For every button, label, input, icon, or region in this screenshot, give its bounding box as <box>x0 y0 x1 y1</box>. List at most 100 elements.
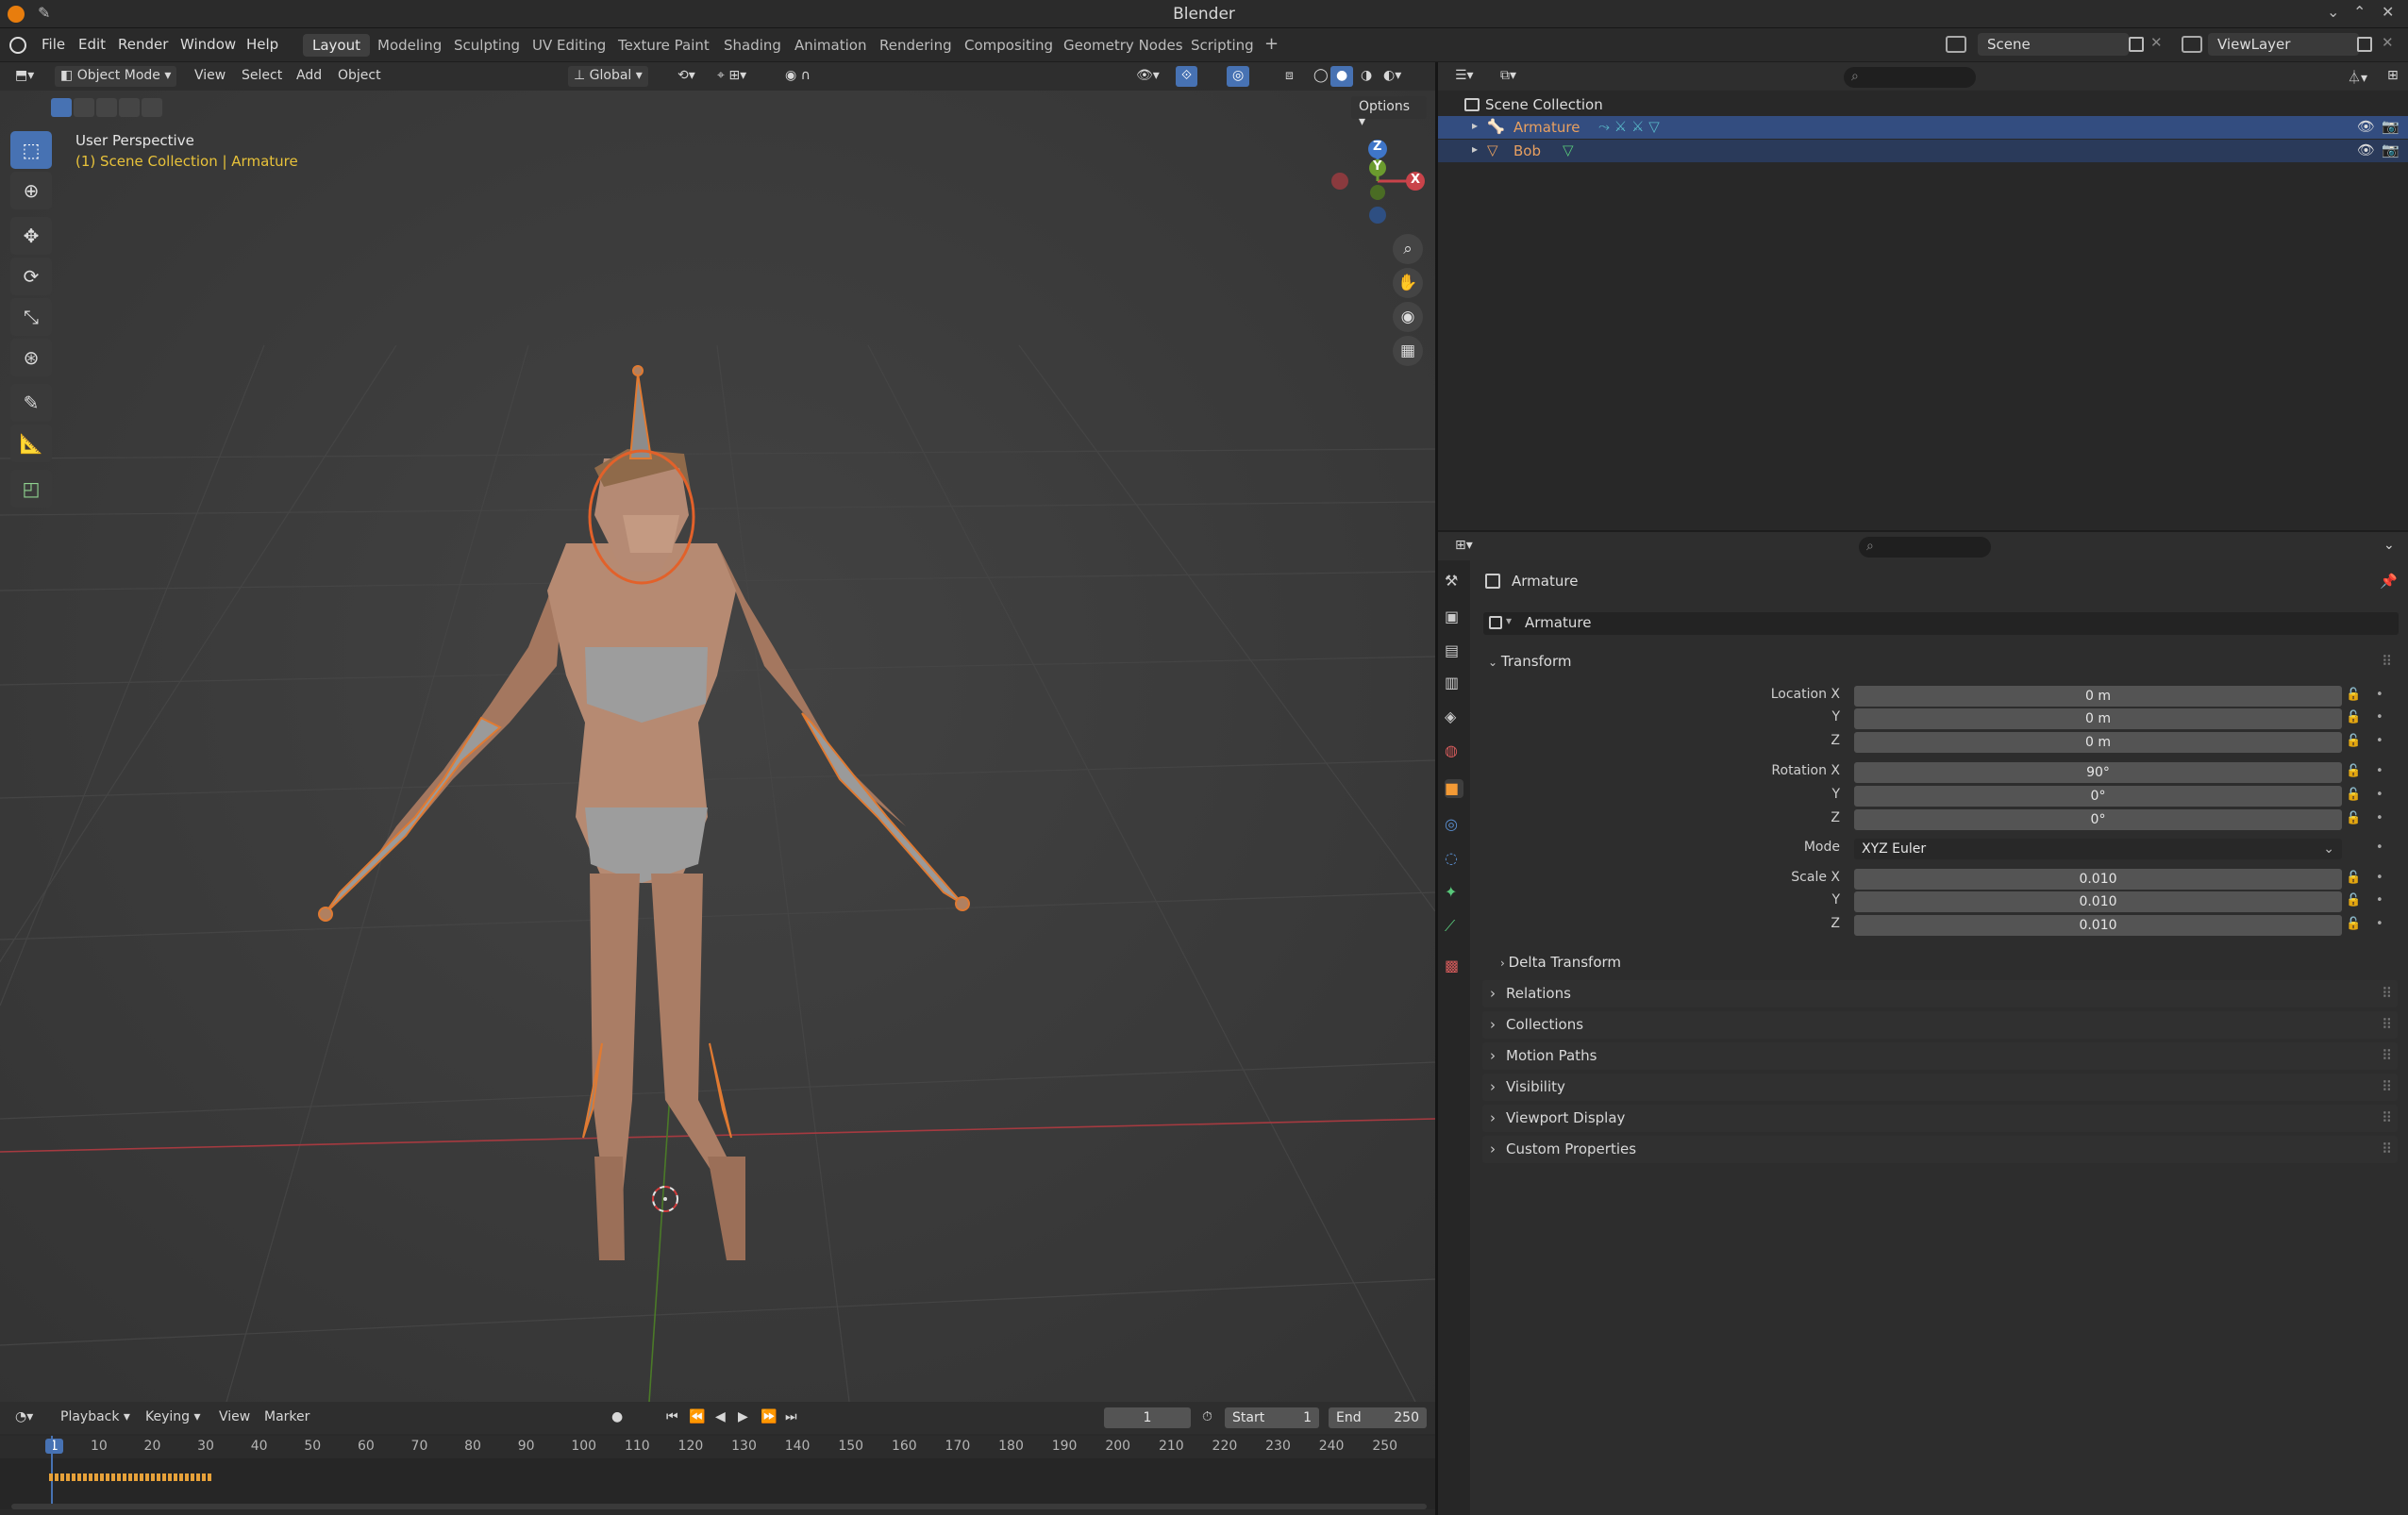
play-icon[interactable]: ▶ <box>732 1407 754 1428</box>
outliner-row-armature[interactable]: ▸ 🦴 Armature ⤳ ⚔ ⚔ ▽ 👁 📷 <box>1438 116 2408 139</box>
rotation-mode-select[interactable]: XYZ Euler ⌄ <box>1854 839 2342 859</box>
world-tab-icon[interactable]: ◍ <box>1445 741 1463 760</box>
keyframe-dot-icon[interactable]: • <box>2376 788 2383 802</box>
menu-view[interactable]: View <box>189 66 231 87</box>
render-tab-icon[interactable]: ▣ <box>1445 608 1463 626</box>
keyframe-dot-icon[interactable]: • <box>2376 710 2383 724</box>
keyframe-dot-icon[interactable]: • <box>2376 811 2383 825</box>
gizmo-toggle-icon[interactable]: ⟐ <box>1176 66 1198 87</box>
tab-shading[interactable]: Shading <box>714 34 791 57</box>
eye-icon[interactable]: 👁 <box>2357 118 2375 135</box>
panel-motion-paths[interactable]: › Motion Paths ⠿ <box>1482 1042 2398 1070</box>
menu-keying[interactable]: Keying ▾ <box>140 1407 207 1428</box>
filter-icon[interactable]: ⏃▾ <box>2342 66 2373 87</box>
select-extend-icon[interactable] <box>74 98 94 117</box>
options-button[interactable]: Options ▾ <box>1351 96 1427 129</box>
panel-visibility[interactable]: › Visibility ⠿ <box>1482 1074 2398 1101</box>
keyframe-dot-icon[interactable]: • <box>2376 917 2383 931</box>
orientation-select[interactable]: ⊥ Global ▾ <box>568 66 648 87</box>
location-z-field[interactable]: 0 m <box>1854 732 2342 753</box>
outliner-row-bob[interactable]: ▸ ▽ Bob ▽ 👁 📷 <box>1438 140 2408 162</box>
properties-type-icon[interactable]: ⊞▾ <box>1449 536 1479 557</box>
tab-animation[interactable]: Animation <box>785 34 876 57</box>
lock-icon[interactable]: 🔓 <box>2346 688 2361 702</box>
location-x-field[interactable]: 0 m <box>1854 686 2342 707</box>
rotation-z-field[interactable]: 0° <box>1854 809 2342 830</box>
stopwatch-icon[interactable]: ⏱ <box>1196 1407 1218 1428</box>
view-layer-icon[interactable] <box>2182 36 2202 53</box>
drag-handle-icon[interactable]: ⠿ <box>2382 1074 2392 1101</box>
drag-handle-icon[interactable]: ⠿ <box>2382 648 2392 675</box>
keyframe-dot-icon[interactable]: • <box>2376 841 2383 855</box>
minimize-icon[interactable]: ⌄ <box>2327 3 2339 21</box>
modifier-tab-icon[interactable]: ◎ <box>1445 815 1463 834</box>
view-layer-tab-icon[interactable]: ▥ <box>1445 674 1463 692</box>
perspective-toggle-icon[interactable]: ▦ <box>1393 336 1423 366</box>
texture-tab-icon[interactable]: ▩ <box>1445 957 1463 975</box>
close-icon[interactable]: ✕ <box>2382 3 2394 21</box>
lock-icon[interactable]: 🔓 <box>2346 788 2361 802</box>
jump-end-icon[interactable]: ⏭ <box>779 1407 803 1428</box>
tab-sculpting[interactable]: Sculpting <box>444 34 529 57</box>
menu-select[interactable]: Select <box>236 66 288 87</box>
menu-add[interactable]: Add <box>291 66 327 87</box>
tab-texture-paint[interactable]: Texture Paint <box>609 34 719 57</box>
drag-handle-icon[interactable]: ⠿ <box>2382 980 2392 1007</box>
3d-viewport[interactable]: Z Y X ⌕ ✋ ◉ ▦ User Perspective (1) Scene… <box>0 62 1435 1402</box>
panel-relations[interactable]: › Relations ⠿ <box>1482 980 2398 1007</box>
outliner-root[interactable]: Scene Collection <box>1464 96 1603 113</box>
xray-icon[interactable]: ⧈ <box>1279 66 1299 87</box>
rendered-shading-icon[interactable]: ◐▾ <box>1378 66 1407 87</box>
tab-compositing[interactable]: Compositing <box>955 34 1062 57</box>
menu-help[interactable]: Help <box>246 36 278 53</box>
scale-tool[interactable]: ⤡ <box>10 298 52 336</box>
annotate-tool[interactable]: ✎ <box>10 384 52 422</box>
transform-tool[interactable]: ⊛ <box>10 339 52 376</box>
drag-handle-icon[interactable]: ⠿ <box>2382 1011 2392 1039</box>
navigation-gizmo[interactable]: Z Y X <box>1321 130 1425 234</box>
menu-marker[interactable]: Marker <box>259 1407 315 1428</box>
frame-ruler[interactable]: 1 10 20 30 40 50 60 70 80 90 100 110 120 130 140 150 160… <box>0 1436 1435 1458</box>
remove-view-layer-icon[interactable]: ✕ <box>2382 34 2394 51</box>
start-frame-field[interactable]: Start 1 <box>1225 1407 1319 1428</box>
lock-icon[interactable]: 🔓 <box>2346 917 2361 931</box>
expand-arrow-icon[interactable]: ▸ <box>1472 142 1478 156</box>
rotation-x-field[interactable]: 90° <box>1854 762 2342 783</box>
tab-modeling[interactable]: Modeling <box>368 34 451 57</box>
render-camera-icon[interactable]: 📷 <box>2382 142 2400 158</box>
rotate-tool[interactable]: ⟳ <box>10 258 52 295</box>
tab-rendering[interactable]: Rendering <box>870 34 962 57</box>
new-view-layer-icon[interactable] <box>2357 37 2372 52</box>
object-tab-icon[interactable]: ■ <box>1445 779 1463 798</box>
pan-hand-icon[interactable]: ✋ <box>1393 268 1423 298</box>
camera-view-icon[interactable]: ◉ <box>1393 302 1423 332</box>
zoom-icon[interactable]: ⌕ <box>1393 234 1423 264</box>
keyframe-area[interactable] <box>0 1436 1435 1509</box>
cursor-tool[interactable]: ⊕ <box>10 172 52 209</box>
pivot-icon[interactable]: ⟲▾ <box>672 66 701 87</box>
render-camera-icon[interactable]: 📷 <box>2382 118 2400 135</box>
constraint-tab-icon[interactable]: ✦ <box>1445 883 1463 902</box>
select-box-tool[interactable]: ⬚ <box>10 131 52 169</box>
display-mode-icon[interactable]: ⧉▾ <box>1495 66 1522 87</box>
add-workspace-icon[interactable]: + <box>1255 31 1288 57</box>
eye-icon[interactable]: 👁 <box>2357 142 2375 158</box>
blender-menu-icon[interactable] <box>9 37 26 54</box>
select-new-icon[interactable] <box>51 98 72 117</box>
transform-panel-header[interactable]: ⌄ Transform ⠿ <box>1482 648 2398 675</box>
jump-start-icon[interactable]: ⏮ <box>661 1407 684 1428</box>
proportional-edit-icon[interactable]: ◉ ∩ <box>779 66 816 87</box>
panel-collections[interactable]: › Collections ⠿ <box>1482 1011 2398 1039</box>
overlay-toggle-icon[interactable]: ◎ <box>1227 66 1250 87</box>
panel-custom-properties[interactable]: › Custom Properties ⠿ <box>1482 1136 2398 1163</box>
scene-icon[interactable] <box>1946 36 1966 53</box>
timeline-type-icon[interactable]: ◔▾ <box>9 1407 39 1428</box>
editor-type-icon[interactable]: ⬒▾ <box>9 66 40 87</box>
expand-arrow-icon[interactable]: ▸ <box>1472 119 1478 132</box>
menu-object[interactable]: Object <box>332 66 387 87</box>
view-layer-field[interactable]: ViewLayer <box>2208 33 2359 56</box>
location-y-field[interactable]: 0 m <box>1854 708 2342 729</box>
visibility-icon[interactable]: 👁▾ <box>1130 66 1165 87</box>
keyframe-dot-icon[interactable]: • <box>2376 688 2383 702</box>
outliner-search-input[interactable]: ⌕ <box>1844 67 1976 88</box>
